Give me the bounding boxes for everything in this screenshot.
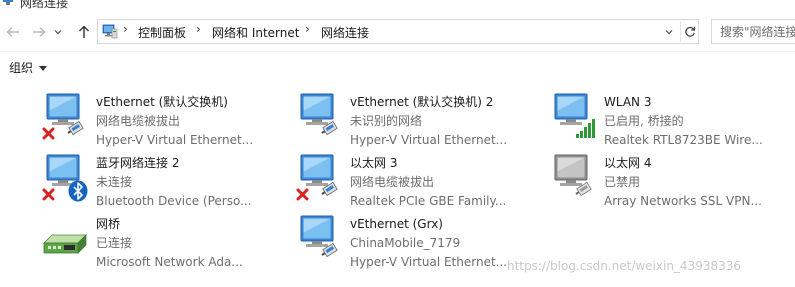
connection-item[interactable]: 蓝牙网络连接 2 未连接 Bluetooth Device (Perso... [42,146,292,208]
signal-strength-icon [576,119,595,138]
connection-status: ChinaMobile_7179 [350,236,461,250]
error-x-icon [296,188,309,201]
control-panel-icon [102,24,118,39]
arrow-up-icon [79,25,89,38]
error-x-icon [42,188,55,201]
connection-item[interactable]: vEthernet (默认交换机) 网络电缆被拔出 Hyper-V Virtua… [42,85,292,147]
refresh-icon [684,26,695,37]
forward-button[interactable] [28,22,50,42]
connection-status: 未识别的网络 [350,114,423,128]
connection-name: vEthernet (Grx) [350,217,443,231]
connection-status: 网络电缆被拔出 [350,175,435,189]
bluetooth-adapter-icon [42,152,90,202]
ethernet-adapter-icon [296,91,344,141]
connection-name: vEthernet (默认交换机) [96,95,228,109]
connection-item[interactable]: 网桥 已连接 Microsoft Network Ada... [42,207,292,269]
error-x-icon [42,127,55,140]
connection-item[interactable]: vEthernet (Grx) ChinaMobile_7179 Hyper-V… [296,207,546,269]
connection-name: 网桥 [96,217,121,231]
connection-name: 蓝牙网络连接 2 [96,156,180,170]
command-bar: 组织 [0,51,795,81]
connection-name: 以太网 4 [604,156,652,170]
connection-device: Microsoft Network Ada... [96,255,243,269]
ethernet-adapter-icon [296,152,344,202]
breadcrumb-separator: › [305,22,310,36]
up-button[interactable] [73,22,95,42]
connection-name: WLAN 3 [604,95,652,109]
chevron-down-icon [54,30,62,35]
connection-item[interactable]: 以太网 4 已禁用 Array Networks SSL VPN... [550,146,795,208]
ethernet-adapter-icon [42,91,90,141]
connection-item[interactable]: vEthernet (默认交换机) 2 未识别的网络 Hyper-V Virtu… [296,85,546,147]
title-bar: 网络连接 [0,0,795,14]
connection-item[interactable]: WLAN 3 已启用, 桥接的 Realtek RTL8723BE Wire..… [550,85,795,147]
connection-status: 未连接 [96,175,133,189]
connection-item[interactable]: 以太网 3 网络电缆被拔出 Realtek PCIe GBE Family... [296,146,546,208]
ethernet-adapter-disabled-icon [550,152,598,202]
connection-name: vEthernet (默认交换机) 2 [350,95,494,109]
connections-list: vEthernet (默认交换机) 网络电缆被拔出 Hyper-V Virtua… [0,82,795,287]
address-history-button[interactable] [660,21,678,42]
search-input[interactable] [712,20,795,43]
connection-status: 已连接 [96,236,133,250]
breadcrumb-separator: › [123,22,128,36]
back-button[interactable] [2,22,24,42]
refresh-button[interactable] [680,21,698,42]
dropdown-caret-icon [39,65,48,71]
search-box[interactable] [711,19,795,44]
connection-name: 以太网 3 [350,156,398,170]
breadcrumb-network-connections[interactable]: 网络连接 [321,24,369,41]
connection-status: 已启用, 桥接的 [604,114,684,128]
connection-status: 已禁用 [604,175,641,189]
organize-menu-button[interactable]: 组织 [9,59,48,76]
breadcrumb-network-internet[interactable]: 网络和 Internet [212,24,299,41]
arrow-left-icon [6,27,19,37]
network-bridge-icon [42,213,90,263]
ethernet-adapter-icon [296,213,344,263]
connection-device: Array Networks SSL VPN... [604,194,762,208]
address-bar[interactable]: › 控制面板 › 网络和 Internet › 网络连接 [97,19,699,44]
connection-status: 网络电缆被拔出 [96,114,181,128]
breadcrumb-control-panel[interactable]: 控制面板 [138,24,186,41]
window-title: 网络连接 [20,0,69,10]
network-connections-icon [3,0,13,5]
chevron-down-icon [665,29,673,34]
recent-locations-button[interactable] [51,22,65,42]
wireless-adapter-icon [550,91,598,141]
organize-label: 组织 [9,61,34,75]
breadcrumb-separator: › [196,22,201,36]
watermark: https://blog.csdn.net/weixin_43938336 [507,259,742,273]
arrow-right-icon [33,27,46,37]
bluetooth-icon [68,180,88,202]
